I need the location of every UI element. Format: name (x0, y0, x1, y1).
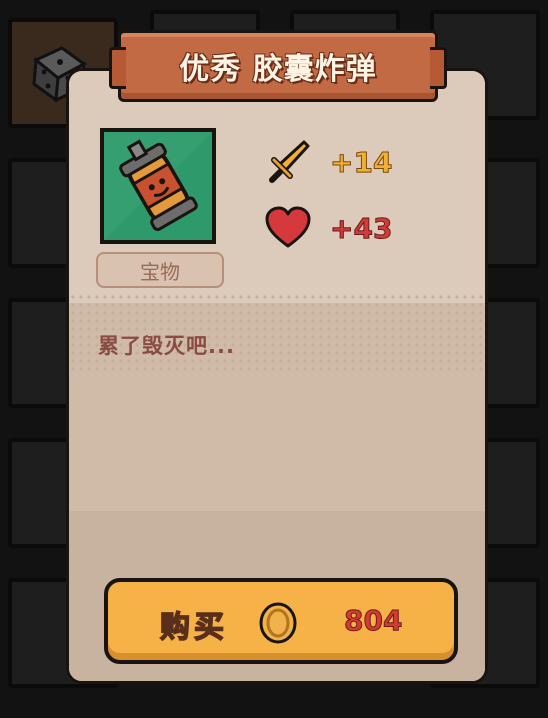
category-tag: 宝物 (96, 252, 224, 288)
item-image-frame (100, 128, 216, 244)
attack-stat-value: +14 (329, 146, 393, 180)
item-title: 优秀 胶囊炸弹 (179, 52, 377, 87)
title-banner: 优秀 胶囊炸弹 (109, 30, 447, 102)
price-value: 804 (343, 604, 403, 638)
item-description: 累了毁灭吧... (98, 334, 235, 358)
buy-button-label: 购买 (159, 609, 228, 646)
heart-icon (265, 206, 311, 248)
sword-icon (269, 140, 310, 183)
capsule-bomb-icon (104, 132, 212, 240)
health-stat-value: +43 (329, 212, 393, 246)
coin-icon (259, 602, 297, 644)
buy-button[interactable]: 购买 804 (104, 578, 458, 664)
